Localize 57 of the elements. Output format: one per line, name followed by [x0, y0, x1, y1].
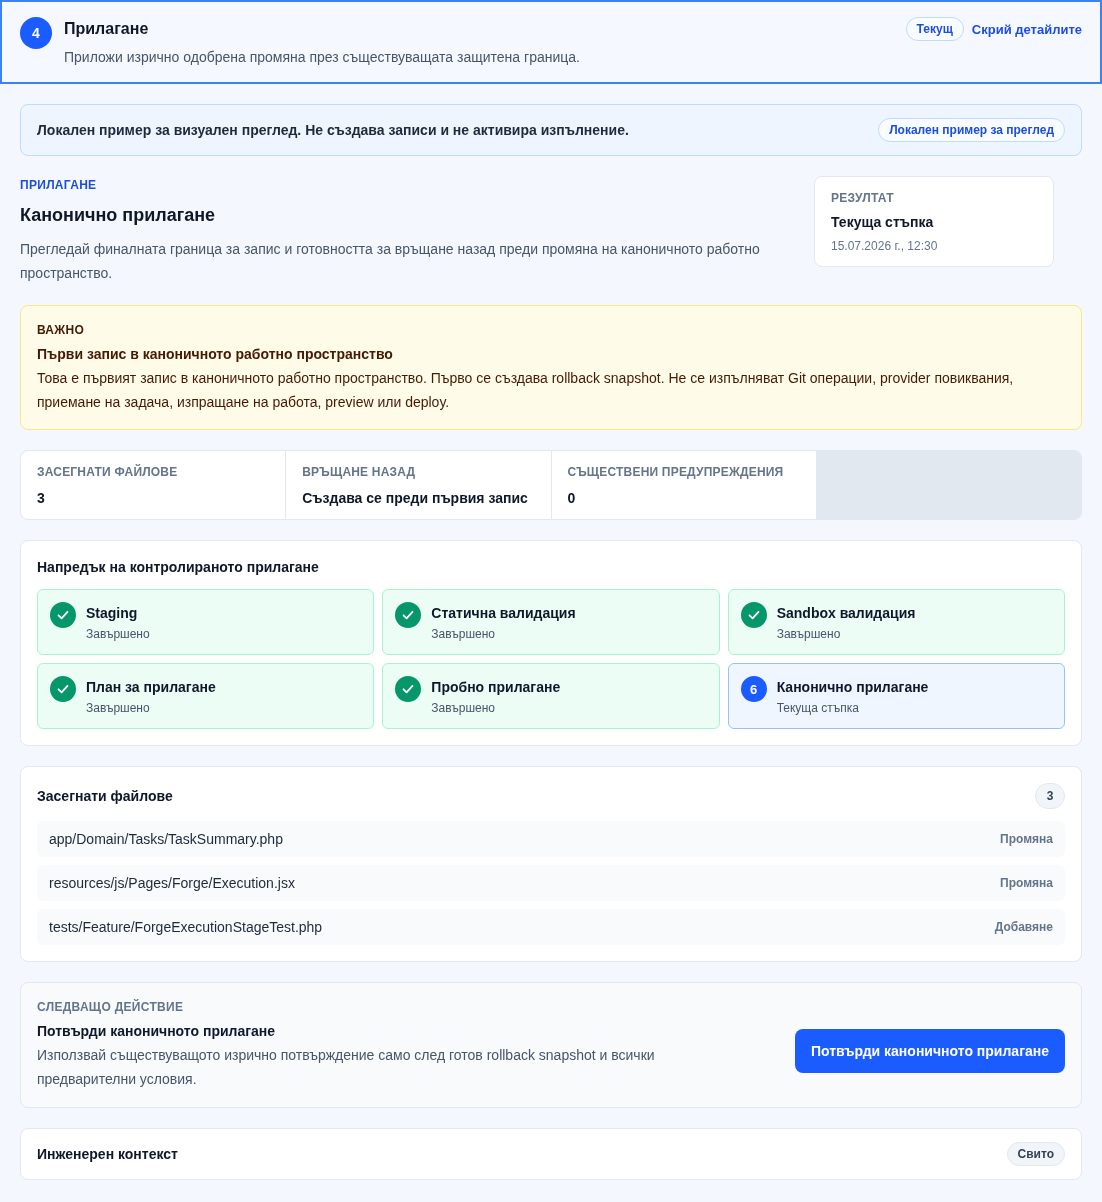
stat-label: ВРЪЩАНЕ НАЗАД	[302, 464, 417, 480]
check-icon	[50, 602, 76, 628]
step-status: Завършено	[431, 700, 496, 716]
warning-text: Това е първият запис в каноничното работно пространство. Първо се създава rollback snapshot. Не се изпълняват Git операции, provider повиквания, приемане на задача, изпращане на работа, preview или deploy.	[37, 369, 1015, 412]
file-path: app/Domain/Tasks/TaskSummary.php	[49, 831, 283, 847]
step-description: Приложи изрично одобрена промяна през съществуващата защитена граница.	[64, 48, 581, 67]
result-label: РЕЗУЛТАТ	[831, 190, 895, 206]
step-name: Статична валидация	[431, 604, 576, 622]
stat-value: 3	[37, 489, 46, 508]
context-title: Инженерен контекст	[37, 1145, 178, 1164]
result-value: Текуща стъпка	[831, 213, 935, 232]
step-name: Пробно прилагане	[431, 678, 561, 696]
files-title: Засегнати файлове	[37, 787, 173, 806]
notice-badge: Локален пример за преглед	[878, 118, 1065, 142]
notice-text: Локален пример за визуален преглед. Не създава записи и не активира изпълнение.	[37, 122, 629, 138]
file-path: resources/js/Pages/Forge/Execution.jsx	[49, 875, 295, 891]
step-name: Sandbox валидация	[776, 604, 916, 622]
stat-value: 0	[567, 489, 577, 508]
change-type: Промяна	[1000, 832, 1053, 846]
status-badge: Текущ	[905, 17, 964, 41]
step-number: 4	[20, 17, 52, 49]
step-number: 6	[740, 676, 767, 702]
step-name: Staging	[86, 604, 139, 622]
file-path: tests/Feature/ForgeExecutionStageTest.php	[49, 919, 323, 935]
check-icon	[395, 676, 422, 702]
stat-label: СЪЩЕСТВЕНИ ПРЕДУПРЕЖДЕНИЯ	[567, 464, 785, 480]
context-section[interactable]: Инженерен контекст Свито	[20, 1128, 1082, 1180]
warning-title: Първи запис в каноничното работно пространство	[37, 345, 394, 364]
step-status: Завършено	[431, 626, 496, 642]
next-action-title: Потвърди каноничното прилагане	[37, 1022, 277, 1041]
step-status: Завършено	[776, 626, 842, 642]
step-status: Завършено	[86, 700, 151, 716]
change-type: Промяна	[1000, 876, 1053, 890]
stat-label: ЗАСЕГНАТИ ФАЙЛОВЕ	[37, 464, 179, 480]
step-name: План за прилагане	[86, 678, 216, 696]
confirm-button[interactable]: Потвърди каноничното прилагане	[794, 1029, 1065, 1073]
next-action-description: Използвай съществуващото изрично потвърждение само след готов rollback snapshot и всички предварителни условия.	[37, 1046, 656, 1089]
check-icon	[740, 602, 767, 628]
warning-label: ВАЖНО	[37, 322, 86, 338]
step-title: Прилагане	[64, 19, 150, 39]
step-header[interactable]: 4 Прилагане Приложи изрично одобрена промяна през съществуващата защитена граница. Текущ Скрий детайлите	[0, 0, 1102, 84]
count-badge: 3	[1035, 783, 1065, 809]
section-eyebrow: ПРИЛАГАНЕ	[20, 177, 98, 193]
section-description: Прегледай финалната граница за запис и готовността за връщане назад преди промяна на каноничното работно пространство.	[20, 240, 761, 283]
step-status: Текуща стъпка	[776, 700, 860, 716]
result-timestamp: 15.07.2026 г., 12:30	[831, 238, 939, 254]
check-icon	[50, 676, 76, 702]
step-status: Завършено	[86, 626, 150, 642]
progress-title: Напредък на контролираното прилагане	[37, 558, 320, 577]
collapsed-badge: Свито	[1006, 1142, 1065, 1166]
section-title: Канонично прилагане	[20, 204, 217, 227]
next-action-label: СЛЕДВАЩО ДЕЙСТВИЕ	[37, 999, 185, 1015]
change-type: Добавяне	[994, 920, 1053, 934]
check-icon	[395, 602, 422, 628]
stat-value: Създава се преди първия запис	[302, 489, 529, 508]
step-name: Канонично прилагане	[776, 678, 929, 696]
hide-details-link[interactable]: Скрий детайлите	[971, 21, 1082, 37]
